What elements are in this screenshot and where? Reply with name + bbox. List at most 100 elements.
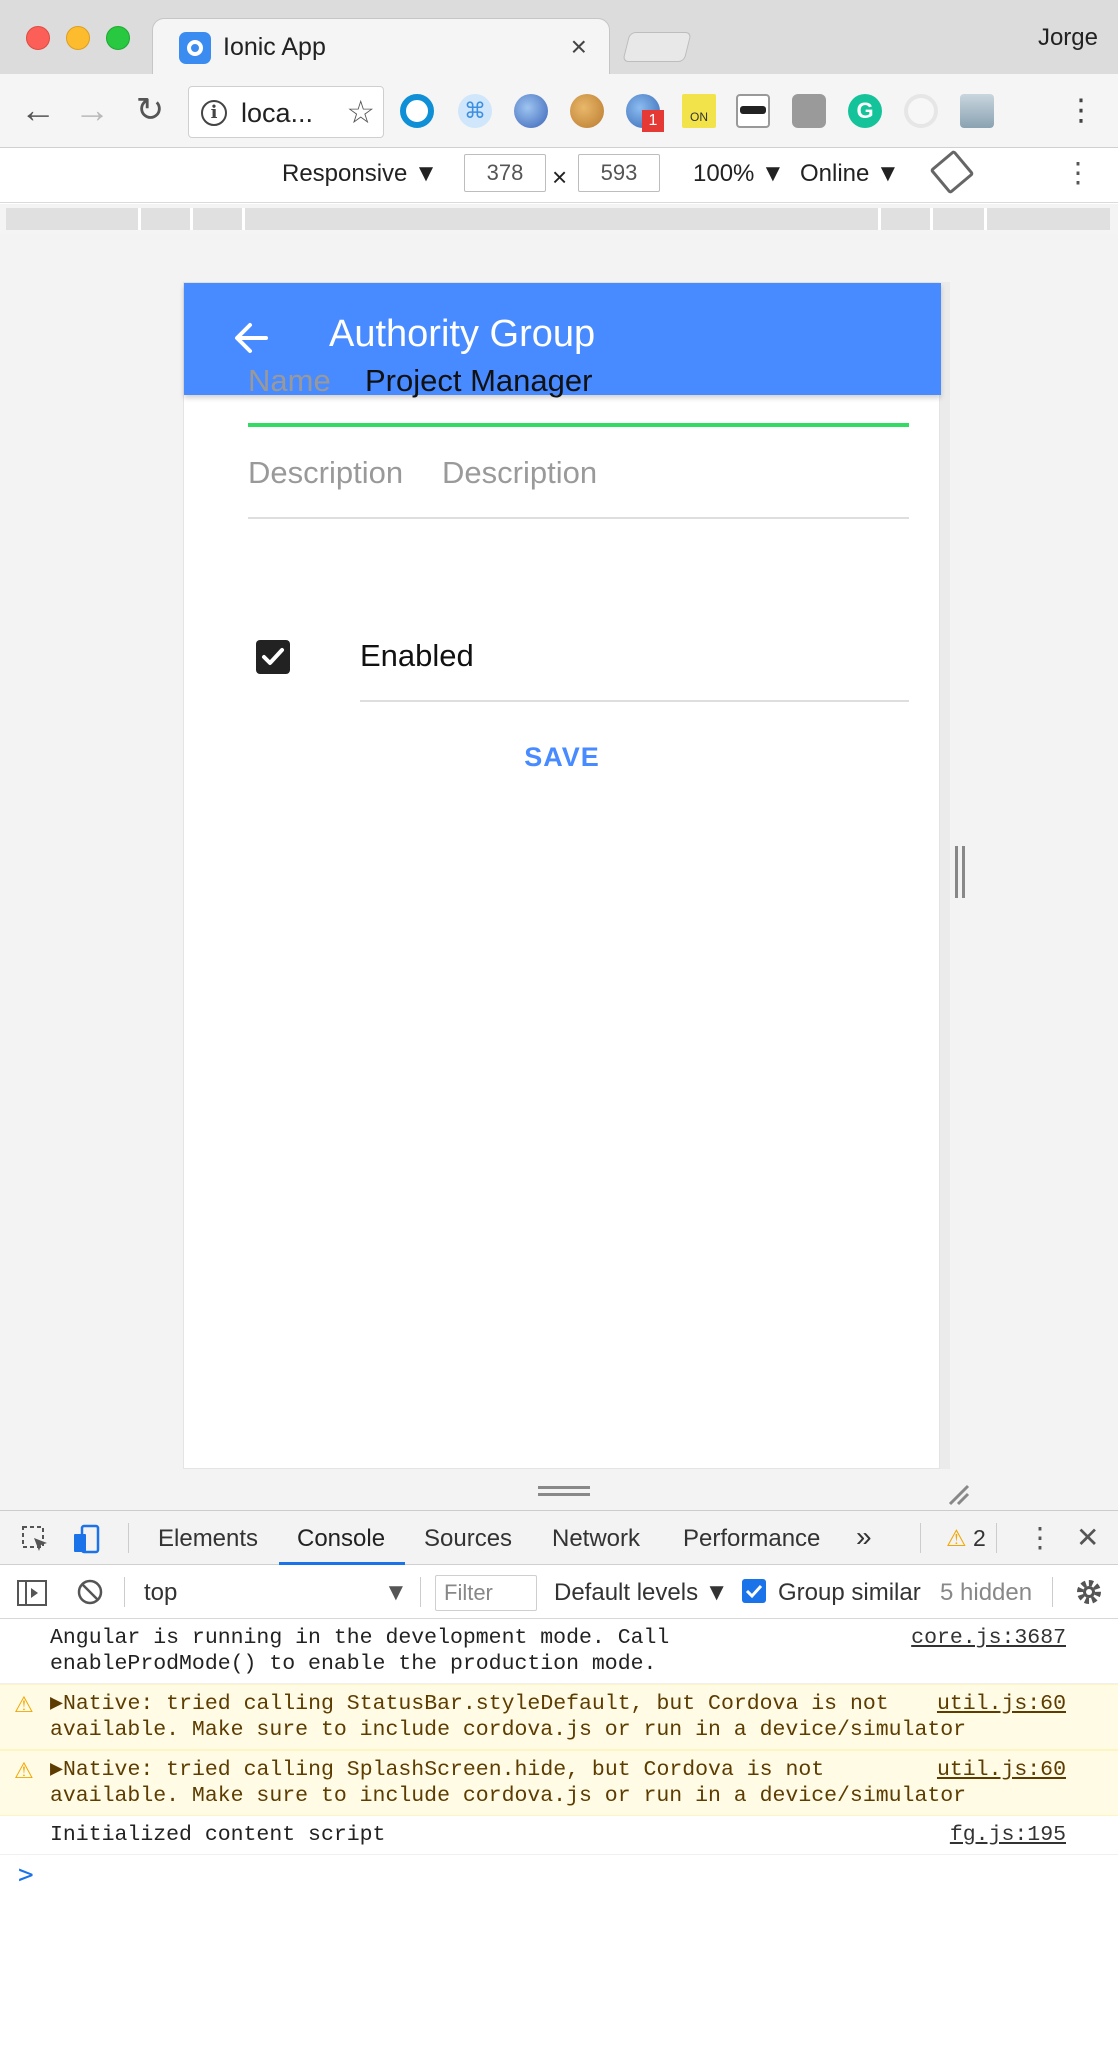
ionic-favicon-icon bbox=[179, 32, 211, 64]
device-toolbar: Responsive ▼ 378 × 593 100% ▼ Online ▼ ⋮ bbox=[0, 148, 1118, 203]
hidden-messages-count: 5 hidden bbox=[940, 1579, 1033, 1606]
description-input[interactable]: Description bbox=[442, 455, 597, 491]
inspect-element-icon[interactable] bbox=[20, 1524, 50, 1554]
console-warning-message[interactable]: ⚠ ▶Native: tried calling StatusBar.style… bbox=[0, 1684, 1118, 1750]
extension-faded-icon[interactable] bbox=[904, 94, 938, 128]
sidebar-toggle-icon[interactable] bbox=[16, 1579, 48, 1607]
tab-network[interactable]: Network bbox=[552, 1525, 640, 1553]
forward-icon[interactable]: → bbox=[70, 88, 114, 132]
name-input[interactable]: Project Manager bbox=[365, 363, 592, 399]
enabled-checkbox[interactable] bbox=[256, 640, 290, 674]
zoom-select[interactable]: 100% ▼ bbox=[693, 160, 785, 188]
device-toolbar-menu-icon[interactable]: ⋮ bbox=[1064, 156, 1092, 190]
rotate-icon[interactable] bbox=[929, 149, 975, 195]
device-viewport-area: Authority Group Name Project Manager Des… bbox=[0, 234, 1118, 1510]
device-mode-select[interactable]: Responsive ▼ bbox=[282, 160, 438, 188]
reload-icon[interactable]: ↻ bbox=[128, 88, 172, 132]
warning-icon: ⚠ bbox=[14, 1759, 34, 1784]
close-devtools-icon[interactable]: ✕ bbox=[1076, 1521, 1099, 1554]
save-button[interactable]: SAVE bbox=[494, 731, 630, 783]
emulated-device-screen: Authority Group Name Project Manager Des… bbox=[183, 282, 941, 1469]
console-toolbar: top ▼ Filter Default levels ▼ Group simi… bbox=[0, 1565, 1118, 1619]
group-similar-checkbox[interactable] bbox=[742, 1579, 766, 1603]
new-tab-button[interactable] bbox=[622, 32, 692, 62]
viewport-corner-resize-icon[interactable] bbox=[946, 1482, 970, 1506]
name-field[interactable]: Name Project Manager bbox=[248, 335, 909, 427]
extension-ring-icon[interactable] bbox=[400, 94, 434, 128]
console-settings-gear-icon[interactable] bbox=[1074, 1577, 1104, 1607]
console-message-text: ▶Native: tried calling StatusBar.styleDe… bbox=[50, 1692, 967, 1742]
browser-tab-strip: Ionic App × Jorge bbox=[0, 0, 1118, 76]
browser-tab[interactable]: Ionic App × bbox=[152, 18, 610, 76]
name-label: Name bbox=[248, 363, 331, 398]
console-message[interactable]: Initialized content script fg.js:195 bbox=[0, 1816, 1118, 1855]
toolbar-divider bbox=[920, 1523, 921, 1553]
group-similar-label: Group similar bbox=[778, 1579, 921, 1606]
viewport-height-input[interactable]: 593 bbox=[578, 154, 660, 192]
extension-command-icon[interactable]: ⌘ bbox=[458, 94, 492, 128]
browser-menu-icon[interactable]: ⋮ bbox=[1066, 94, 1096, 128]
network-throttle-select[interactable]: Online ▼ bbox=[800, 160, 900, 188]
warning-icon: ⚠ bbox=[14, 1693, 34, 1718]
window-minimize-button[interactable] bbox=[66, 26, 90, 50]
media-query-ruler bbox=[0, 204, 1118, 234]
address-bar[interactable]: i loca... ☆ bbox=[188, 86, 384, 138]
console-warning-message[interactable]: ⚠ ▶Native: tried calling SplashScreen.hi… bbox=[0, 1750, 1118, 1816]
extension-globe-icon[interactable] bbox=[514, 94, 548, 128]
ruler-tick bbox=[242, 208, 245, 230]
extension-gray-icon[interactable] bbox=[792, 94, 826, 128]
tab-elements[interactable]: Elements bbox=[158, 1525, 258, 1553]
enabled-label: Enabled bbox=[360, 638, 474, 673]
ruler-tick bbox=[930, 208, 933, 230]
devtools-panel: Elements Console Sources Network Perform… bbox=[0, 1510, 1118, 2050]
tab-close-icon[interactable]: × bbox=[571, 31, 587, 63]
grammarly-icon[interactable]: G bbox=[848, 94, 882, 128]
url-text[interactable]: loca... bbox=[241, 98, 313, 129]
devtools-menu-icon[interactable]: ⋮ bbox=[1026, 1521, 1054, 1554]
media-query-bar[interactable] bbox=[6, 208, 1110, 230]
viewport-width-input[interactable]: 378 bbox=[464, 154, 546, 192]
log-levels-select[interactable]: Default levels ▼ bbox=[554, 1579, 729, 1607]
console-message-text: Angular is running in the development mo… bbox=[50, 1626, 670, 1676]
viewport-height-resize-handle[interactable] bbox=[538, 1486, 590, 1496]
more-tabs-icon[interactable]: » bbox=[856, 1521, 872, 1553]
extension-globe-badge-icon[interactable]: 1 bbox=[626, 94, 664, 132]
description-field[interactable]: Description Description bbox=[248, 427, 909, 519]
clear-console-icon[interactable] bbox=[76, 1578, 104, 1606]
tab-title: Ionic App bbox=[223, 33, 326, 61]
tab-sources[interactable]: Sources bbox=[424, 1525, 512, 1553]
console-message-source-link[interactable]: util.js:60 bbox=[937, 1757, 1066, 1783]
context-dropdown-icon[interactable]: ▼ bbox=[384, 1579, 408, 1607]
console-messages: Angular is running in the development mo… bbox=[0, 1619, 1118, 1899]
console-message-source-link[interactable]: core.js:3687 bbox=[911, 1625, 1066, 1651]
extension-hourglass-icon[interactable] bbox=[960, 94, 994, 128]
console-message[interactable]: Angular is running in the development mo… bbox=[0, 1619, 1118, 1684]
console-prompt-input[interactable]: > bbox=[0, 1855, 1118, 1899]
toolbar-divider bbox=[124, 1577, 125, 1607]
tab-performance[interactable]: Performance bbox=[683, 1525, 820, 1553]
bookmark-star-icon[interactable]: ☆ bbox=[346, 93, 375, 131]
extension-json-on-icon[interactable]: ON bbox=[682, 94, 716, 128]
dimension-separator: × bbox=[552, 162, 568, 192]
console-filter-input[interactable]: Filter bbox=[435, 1575, 537, 1611]
extension-cookie-icon[interactable] bbox=[570, 94, 604, 128]
context-select[interactable]: top bbox=[144, 1579, 177, 1607]
profile-name[interactable]: Jorge bbox=[1038, 24, 1098, 52]
info-icon[interactable]: i bbox=[201, 100, 227, 126]
tab-console[interactable]: Console bbox=[297, 1525, 385, 1553]
device-toolbar-toggle-icon[interactable] bbox=[72, 1524, 102, 1554]
console-message-source-link[interactable]: fg.js:195 bbox=[950, 1822, 1066, 1848]
ruler-tick bbox=[984, 208, 987, 230]
console-message-source-link[interactable]: util.js:60 bbox=[937, 1691, 1066, 1717]
extension-badge: 1 bbox=[642, 110, 664, 132]
window-close-button[interactable] bbox=[26, 26, 50, 50]
enabled-underline bbox=[360, 700, 909, 702]
toolbar-divider bbox=[128, 1523, 129, 1553]
window-zoom-button[interactable] bbox=[106, 26, 130, 50]
viewport-width-resize-handle[interactable] bbox=[955, 846, 965, 898]
warning-count-badge[interactable]: ⚠ 2 bbox=[946, 1525, 986, 1552]
extension-mask-icon[interactable] bbox=[736, 94, 770, 128]
back-icon[interactable]: ← bbox=[16, 88, 60, 132]
devtools-tabbar: Elements Console Sources Network Perform… bbox=[0, 1511, 1118, 1565]
toolbar-divider bbox=[996, 1523, 997, 1553]
